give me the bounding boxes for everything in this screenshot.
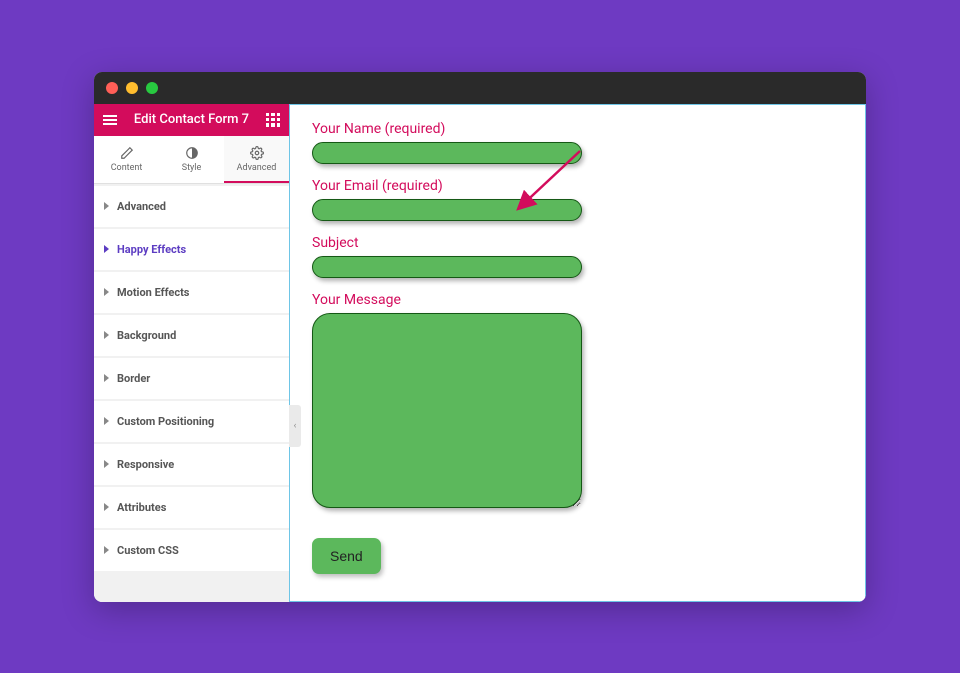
form-group-subject: Subject [312, 235, 843, 278]
menu-icon[interactable] [102, 112, 118, 128]
panel-label: Custom Positioning [117, 415, 214, 428]
message-label: Your Message [312, 292, 843, 308]
email-input[interactable] [312, 199, 582, 221]
panel-attributes[interactable]: Attributes [94, 487, 289, 528]
message-textarea[interactable] [312, 313, 582, 508]
panel-background[interactable]: Background [94, 315, 289, 356]
panel-label: Custom CSS [117, 544, 179, 557]
sidebar-title: Edit Contact Form 7 [134, 112, 249, 127]
tab-style[interactable]: Style [159, 136, 224, 183]
tab-label: Content [111, 163, 143, 173]
maximize-icon[interactable] [146, 82, 158, 94]
tab-advanced[interactable]: Advanced [224, 136, 289, 183]
subject-label: Subject [312, 235, 843, 251]
caret-icon [104, 202, 109, 210]
caret-icon [104, 546, 109, 554]
send-button[interactable]: Send [312, 538, 381, 574]
panel-label: Advanced [117, 200, 166, 213]
app-body: Edit Contact Form 7 Content Style Advanc… [94, 104, 866, 602]
collapse-sidebar-button[interactable]: ‹ [289, 405, 301, 447]
grid-icon[interactable] [265, 112, 281, 128]
titlebar [94, 72, 866, 104]
caret-icon [104, 417, 109, 425]
minimize-icon[interactable] [126, 82, 138, 94]
contrast-icon [185, 146, 199, 160]
panel-label: Border [117, 372, 150, 385]
sidebar-header: Edit Contact Form 7 [94, 104, 289, 136]
panel-label: Motion Effects [117, 286, 189, 299]
sidebar: Edit Contact Form 7 Content Style Advanc… [94, 104, 289, 602]
panel-label: Happy Effects [117, 243, 186, 256]
tab-label: Style [182, 163, 202, 173]
form-group-message: Your Message [312, 292, 843, 508]
form-group-email: Your Email (required) [312, 178, 843, 221]
email-label: Your Email (required) [312, 178, 843, 194]
subject-input[interactable] [312, 256, 582, 278]
panel-advanced[interactable]: Advanced [94, 186, 289, 227]
caret-icon [104, 374, 109, 382]
caret-icon [104, 245, 109, 253]
panel-custom-positioning[interactable]: Custom Positioning [94, 401, 289, 442]
caret-icon [104, 288, 109, 296]
panel-label: Background [117, 329, 176, 342]
close-icon[interactable] [106, 82, 118, 94]
tab-bar: Content Style Advanced [94, 136, 289, 184]
caret-icon [104, 460, 109, 468]
panel-custom-css[interactable]: Custom CSS [94, 530, 289, 571]
caret-icon [104, 503, 109, 511]
panel-list: Advanced Happy Effects Motion Effects Ba… [94, 186, 289, 571]
gear-icon [250, 146, 264, 160]
preview-area: ‹ Your Name (required) Your Email (requi… [289, 104, 866, 602]
panel-happy-effects[interactable]: Happy Effects [94, 229, 289, 270]
name-label: Your Name (required) [312, 121, 843, 137]
caret-icon [104, 331, 109, 339]
tab-content[interactable]: Content [94, 136, 159, 183]
panel-motion-effects[interactable]: Motion Effects [94, 272, 289, 313]
panel-responsive[interactable]: Responsive [94, 444, 289, 485]
tab-label: Advanced [237, 163, 277, 173]
form-group-name: Your Name (required) [312, 121, 843, 164]
app-window: Edit Contact Form 7 Content Style Advanc… [94, 72, 866, 602]
pencil-icon [120, 146, 134, 160]
panel-border[interactable]: Border [94, 358, 289, 399]
name-input[interactable] [312, 142, 582, 164]
panel-label: Attributes [117, 501, 166, 514]
panel-label: Responsive [117, 458, 174, 471]
